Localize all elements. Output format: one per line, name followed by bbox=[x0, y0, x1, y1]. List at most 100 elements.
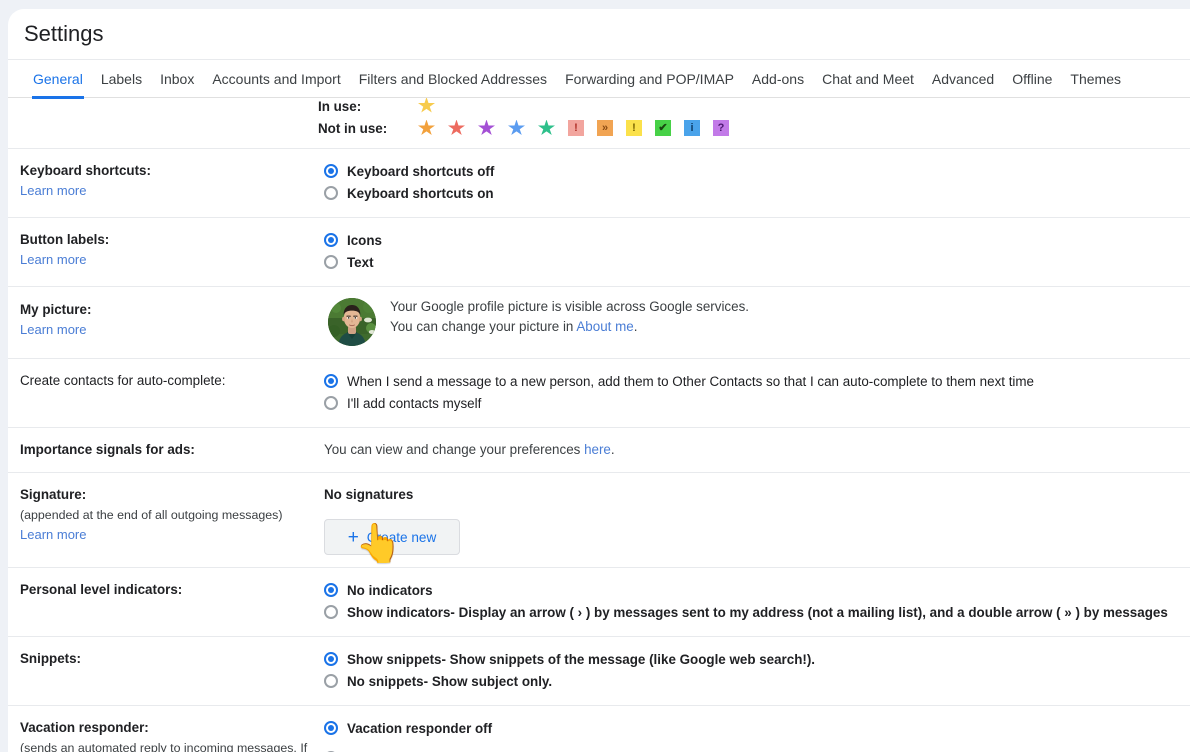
option-auto-add-contacts[interactable]: When I send a message to a new person, a… bbox=[318, 371, 1182, 392]
option-text[interactable]: Text bbox=[318, 252, 1182, 273]
about-me-link[interactable]: About me bbox=[576, 319, 633, 334]
tab-themes[interactable]: Themes bbox=[1061, 60, 1130, 98]
stars-value-col: In use: Not in use: ! » ! ✔ i ? bbox=[318, 98, 1190, 148]
star-yellow-icon[interactable] bbox=[418, 98, 435, 113]
signature-learn-more-link[interactable]: Learn more bbox=[20, 525, 308, 545]
keyboard-shortcuts-learn-more-link[interactable]: Learn more bbox=[20, 181, 308, 201]
my-picture-value-col: Your Google profile picture is visible a… bbox=[318, 287, 1190, 358]
tab-forwarding-and-pop-imap[interactable]: Forwarding and POP/IMAP bbox=[556, 60, 743, 98]
tab-offline[interactable]: Offline bbox=[1003, 60, 1061, 98]
keyboard-shortcuts-label-col: Keyboard shortcuts: Learn more bbox=[8, 149, 318, 217]
star-purple-icon[interactable] bbox=[478, 119, 495, 135]
snippets-label-col: Snippets: bbox=[8, 637, 318, 705]
my-picture-label: My picture: bbox=[20, 302, 92, 317]
option-icons[interactable]: Icons bbox=[318, 230, 1182, 251]
stars-in-use-label: In use: bbox=[318, 99, 362, 114]
tab-accounts-and-import[interactable]: Accounts and Import bbox=[203, 60, 349, 98]
radio-keyboard-shortcuts-off[interactable] bbox=[324, 164, 338, 178]
row-personal-level-indicators: Personal level indicators: No indicators… bbox=[8, 568, 1190, 637]
row-signature: Signature: (appended at the end of all o… bbox=[8, 473, 1190, 568]
vacation-responder-sublabel: (sends an automated reply to incoming me… bbox=[20, 741, 308, 752]
importance-text-after: . bbox=[610, 442, 615, 457]
plus-icon: + bbox=[347, 526, 359, 548]
option-no-snippets[interactable]: No snippets - Show subject only. bbox=[318, 671, 1182, 692]
option-label: Keyboard shortcuts off bbox=[347, 164, 495, 179]
option-vacation-responder-on[interactable]: Vacation responder on bbox=[318, 748, 1182, 752]
my-picture-description-line1: Your Google profile picture is visible a… bbox=[390, 299, 749, 314]
row-my-picture: My picture: Learn more Your Google profi… bbox=[8, 287, 1190, 359]
preferences-here-link[interactable]: here bbox=[584, 442, 611, 457]
my-picture-learn-more-link[interactable]: Learn more bbox=[20, 320, 308, 340]
radio-vacation-responder-off[interactable] bbox=[324, 721, 338, 735]
button-labels-label: Button labels: bbox=[20, 232, 110, 247]
my-picture-description-line2: You can change your picture in About me. bbox=[390, 317, 749, 337]
stars-not-in-use-label: Not in use: bbox=[318, 120, 388, 136]
stars-in-use-icons bbox=[418, 98, 435, 114]
orange-guillemet-icon[interactable]: » bbox=[597, 120, 613, 136]
importance-signals-label-col: Importance signals for ads: bbox=[8, 428, 318, 472]
signature-label: Signature: bbox=[20, 487, 87, 502]
stars-not-in-use-row: Not in use: ! » ! ✔ i ? bbox=[318, 114, 1182, 142]
radio-show-indicators[interactable] bbox=[324, 605, 338, 619]
star-orange-icon[interactable] bbox=[418, 119, 435, 135]
red-bang-icon[interactable]: ! bbox=[568, 120, 584, 136]
avatar[interactable] bbox=[328, 298, 376, 346]
green-check-icon[interactable]: ✔ bbox=[655, 120, 671, 136]
option-keyboard-shortcuts-on[interactable]: Keyboard shortcuts on bbox=[318, 183, 1182, 204]
radio-add-contacts-myself[interactable] bbox=[324, 396, 338, 410]
yellow-bang-icon[interactable]: ! bbox=[626, 120, 642, 136]
keyboard-shortcuts-label: Keyboard shortcuts: bbox=[20, 163, 151, 178]
radio-keyboard-shortcuts-on[interactable] bbox=[324, 186, 338, 200]
settings-content: In use: Not in use: ! » ! ✔ i ? Keyboard… bbox=[8, 98, 1190, 752]
radio-auto-add-contacts[interactable] bbox=[324, 374, 338, 388]
tab-filters-and-blocked-addresses[interactable]: Filters and Blocked Addresses bbox=[350, 60, 556, 98]
option-label: No snippets bbox=[347, 674, 424, 689]
tab-chat-and-meet[interactable]: Chat and Meet bbox=[813, 60, 923, 98]
vacation-responder-label-col: Vacation responder: (sends an automated … bbox=[8, 706, 318, 752]
vacation-responder-value-col: Vacation responder off Vacation responde… bbox=[318, 706, 1190, 752]
tab-general[interactable]: General bbox=[24, 60, 92, 99]
radio-no-snippets[interactable] bbox=[324, 674, 338, 688]
importance-signals-text: You can view and change your preferences… bbox=[318, 440, 1182, 460]
option-label: Vacation responder on bbox=[347, 748, 491, 752]
signature-value-col: No signatures + Create new bbox=[318, 473, 1190, 567]
personal-level-indicators-label-col: Personal level indicators: bbox=[8, 568, 318, 636]
tab-add-ons[interactable]: Add-ons bbox=[743, 60, 813, 98]
radio-no-indicators[interactable] bbox=[324, 583, 338, 597]
stars-label-col bbox=[8, 98, 318, 148]
vacation-responder-label: Vacation responder: bbox=[20, 720, 149, 735]
option-keyboard-shortcuts-off[interactable]: Keyboard shortcuts off bbox=[318, 161, 1182, 182]
option-label: No indicators bbox=[347, 583, 433, 598]
personal-level-indicators-options: No indicators Show indicators - Display … bbox=[318, 568, 1190, 636]
option-no-indicators[interactable]: No indicators bbox=[318, 580, 1182, 601]
my-picture-label-col: My picture: Learn more bbox=[8, 287, 318, 358]
radio-show-snippets[interactable] bbox=[324, 652, 338, 666]
star-red-icon[interactable] bbox=[448, 119, 465, 135]
tab-labels[interactable]: Labels bbox=[92, 60, 151, 98]
option-show-snippets[interactable]: Show snippets - Show snippets of the mes… bbox=[318, 649, 1182, 670]
purple-question-icon[interactable]: ? bbox=[713, 120, 729, 136]
button-labels-learn-more-link[interactable]: Learn more bbox=[20, 250, 308, 270]
option-label: I'll add contacts myself bbox=[347, 396, 482, 411]
create-new-signature-button[interactable]: + Create new bbox=[324, 519, 460, 555]
stars-not-in-use-icons: ! » ! ✔ i ? bbox=[418, 119, 729, 137]
importance-signals-label: Importance signals for ads: bbox=[20, 442, 195, 457]
option-show-indicators[interactable]: Show indicators - Display an arrow ( › )… bbox=[318, 602, 1182, 623]
option-label: Vacation responder off bbox=[347, 721, 493, 736]
star-green-icon[interactable] bbox=[538, 119, 555, 135]
button-labels-options: Icons Text bbox=[318, 218, 1190, 286]
option-detail: - Show snippets of the message (like Goo… bbox=[441, 652, 816, 667]
star-blue-icon[interactable] bbox=[508, 119, 525, 135]
signature-sublabel: (appended at the end of all outgoing mes… bbox=[20, 508, 283, 522]
option-detail: - Display an arrow ( › ) by messages sen… bbox=[450, 605, 1168, 620]
row-vacation-responder: Vacation responder: (sends an automated … bbox=[8, 706, 1190, 752]
tab-inbox[interactable]: Inbox bbox=[151, 60, 203, 98]
blue-info-icon[interactable]: i bbox=[684, 120, 700, 136]
settings-card: Settings General Labels Inbox Accounts a… bbox=[8, 9, 1190, 752]
radio-icons[interactable] bbox=[324, 233, 338, 247]
option-vacation-responder-off[interactable]: Vacation responder off bbox=[318, 718, 1182, 739]
settings-header: Settings bbox=[8, 9, 1190, 59]
radio-text[interactable] bbox=[324, 255, 338, 269]
option-add-contacts-myself[interactable]: I'll add contacts myself bbox=[318, 393, 1182, 414]
tab-advanced[interactable]: Advanced bbox=[923, 60, 1003, 98]
